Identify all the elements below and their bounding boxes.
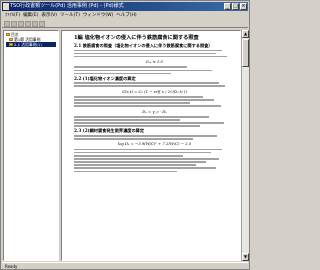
text-line <box>74 119 181 121</box>
print-icon[interactable] <box>18 21 24 27</box>
text-line <box>74 66 187 68</box>
forward-icon[interactable] <box>39 21 45 27</box>
search-icon[interactable] <box>25 21 31 27</box>
status-text: Ready <box>5 264 18 269</box>
equation: Ȼₘ ≤ 1.0 <box>146 58 163 64</box>
text-line <box>74 148 223 151</box>
text-line <box>74 167 216 169</box>
text-line <box>74 138 194 140</box>
menu-edit[interactable]: 編集(E) <box>23 12 38 19</box>
section-heading: 2.3 (2)鋼材腐食発生限界濃度の算定 <box>74 128 145 134</box>
menu-view[interactable]: 表示(V) <box>41 12 57 19</box>
text-line <box>74 102 190 104</box>
text-line <box>74 155 184 157</box>
tree-node-selected[interactable]: 2.1 活用事例(1) <box>6 42 56 47</box>
section-heading: 2.2 (1)塩化物イオン濃度の算定 <box>74 75 136 81</box>
folder-icon <box>9 38 13 41</box>
menu-bar: ﾌｧｲﾙ(F) 編集(E) 表示(V) ツール(T) ウィンドウ(W) ヘルプ(… <box>2 12 248 19</box>
section-heading: 2.1 鉄筋腐食の照査（塩化物イオンの侵入に伴う鉄筋腐食に関する照査） <box>74 43 213 48</box>
text-line <box>74 49 223 52</box>
scrollbar-thumb[interactable] <box>242 39 249 67</box>
document-title: 1編 塩化物イオンの侵入に伴う鉄筋腐食に関する照査 <box>74 35 199 41</box>
menu-help[interactable]: ヘルプ(H) <box>116 12 136 19</box>
maximize-button[interactable]: □ <box>232 3 239 10</box>
status-bar: Ready <box>2 262 248 269</box>
text-line <box>74 99 215 101</box>
vertical-scrollbar[interactable]: ▲ ▼ <box>241 30 249 261</box>
equation: log Dₖ = −3.9(W/C)² + 7.2(W/C) − 2.5 <box>117 141 192 147</box>
app-icon <box>3 3 9 10</box>
text-line <box>74 122 224 124</box>
text-line <box>74 55 227 58</box>
text-line <box>74 85 226 87</box>
text-line <box>74 69 213 72</box>
close-button[interactable]: × <box>240 3 247 10</box>
menu-file[interactable]: ﾌｧｲﾙ(F) <box>5 12 20 19</box>
text-line <box>74 116 210 118</box>
text-line <box>74 125 200 127</box>
text-line <box>74 161 207 163</box>
text-line <box>74 170 178 172</box>
application-window: TSO行政書類ツール(Pd) 活用事例 (Pd) - (Pd)様式 _ □ × … <box>0 0 250 270</box>
text-line <box>74 151 211 154</box>
toolbar <box>2 20 248 28</box>
text-line <box>74 158 219 160</box>
text-line <box>74 135 218 137</box>
menu-tools[interactable]: ツール(T) <box>60 12 80 19</box>
tree-node-label: 2.1 活用事例(1) <box>14 42 42 47</box>
window-title: TSO行政書類ツール(Pd) 活用事例 (Pd) - (Pd)様式 <box>10 3 124 9</box>
text-line <box>74 52 216 55</box>
menu-window[interactable]: ウィンドウ(W) <box>83 12 113 19</box>
text-line <box>74 105 221 107</box>
title-bar[interactable]: TSO行政書類ツール(Pd) 活用事例 (Pd) - (Pd)様式 _ □ × <box>2 2 248 11</box>
back-icon[interactable] <box>32 21 38 27</box>
folder-icon <box>9 43 13 46</box>
text-line <box>74 96 203 98</box>
text-line <box>74 164 197 166</box>
scroll-up-icon[interactable]: ▲ <box>242 30 249 38</box>
open-icon[interactable] <box>4 21 10 27</box>
equation: Ȼ(x,t) = C₀ (1 − erf( x / 2√(Dₐ·t) )) <box>122 88 187 94</box>
text-line <box>74 72 171 75</box>
document-view[interactable]: 1編 塩化物イオンの侵入に伴う鉄筋腐食に関する照査 2.1 鉄筋腐食の照査（塩化… <box>61 30 241 261</box>
folder-icon <box>6 33 10 36</box>
minimize-button[interactable]: _ <box>224 3 231 10</box>
window-controls: _ □ × <box>224 3 247 10</box>
navigation-tree[interactable]: 目次 第1節 活用事例 2.1 活用事例(1) <box>3 30 59 261</box>
text-line <box>74 82 219 84</box>
save-icon[interactable] <box>11 21 17 27</box>
scroll-down-icon[interactable]: ▼ <box>242 253 249 261</box>
equation: Dₐ = γ_c · Dₖ <box>142 108 167 114</box>
